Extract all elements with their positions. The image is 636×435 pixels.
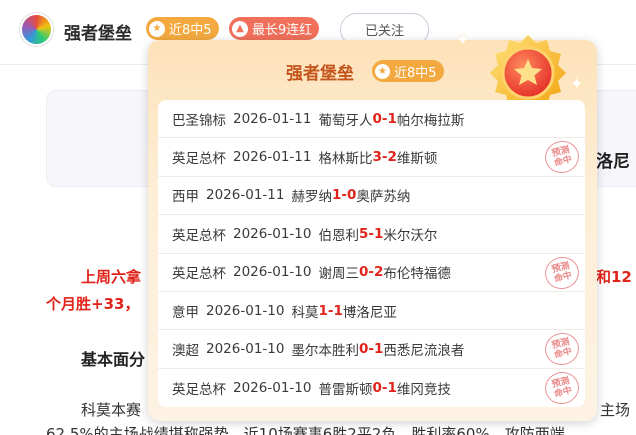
match-home-team: 葡萄牙人: [318, 112, 373, 129]
match-league: 澳超: [172, 343, 199, 360]
match-away-score: 2: [387, 149, 397, 166]
match-date: 2026-01-11: [206, 187, 285, 204]
match-home-score: 3: [372, 149, 382, 166]
stamp-line2: 命中: [553, 155, 574, 170]
match-away-team: 米尔沃尔: [383, 227, 438, 244]
match-home-score: 0: [358, 341, 369, 358]
match-home-score: 1: [318, 302, 328, 319]
avatar[interactable]: [20, 13, 53, 46]
match-away-team: 西悉尼流浪者: [383, 343, 465, 360]
match-away-team: 布伦特福德: [383, 266, 451, 283]
match-home-team: 谢周三: [318, 266, 359, 283]
streak-badge[interactable]: ★ 近8中5: [146, 17, 219, 40]
match-home-team: 普雷斯顿: [318, 381, 373, 398]
match-away-team: 维斯顿: [396, 151, 438, 168]
record-popup: 强者堡垒 ★ 近8中5 ✦ ✦ 巴圣锦标 2026-01-11 葡萄牙人 0 - 1帕…: [148, 30, 597, 421]
match-row[interactable]: 西甲 2026-01-11 赫罗纳 1 - 0 奥萨苏纳: [158, 177, 585, 216]
max-streak-badge-label: 最长9连红: [252, 23, 313, 38]
max-streak-badge[interactable]: ▲ 最长9连红: [229, 17, 320, 40]
match-away-score: 1: [333, 302, 343, 319]
paragraph-line2: 62.5%的主场战绩堪称强势，近10场赛事6胜2平2负，胜利率60%，攻防两端: [46, 425, 565, 435]
highlight-text-start: 上周六拿: [81, 268, 142, 286]
match-away-score: 1: [373, 225, 384, 242]
match-away-team: 博洛尼亚: [342, 304, 397, 321]
match-home-score: 1: [331, 187, 342, 204]
match-home-team: 格林斯比: [318, 151, 373, 168]
prediction-hit-stamp: 预测 命中: [541, 368, 583, 407]
match-home-score: 0: [372, 110, 382, 127]
star-icon: ★: [375, 63, 390, 79]
match-date: 2026-01-10: [233, 225, 312, 242]
match-home-team: 伯恩利: [318, 227, 359, 244]
match-home-score: 0: [358, 264, 369, 281]
prediction-hit-stamp: 预测 命中: [541, 329, 583, 369]
flame-icon: ▲: [232, 20, 248, 37]
stamp-line2: 命中: [553, 347, 574, 362]
star-icon: ★: [149, 20, 165, 37]
highlight-text-line2: 个月胜+33，: [46, 295, 140, 313]
match-league: 英足总杯: [172, 381, 226, 398]
match-home-score: 5: [358, 225, 369, 242]
match-away-score: 1: [387, 379, 397, 396]
popup-title: 强者堡垒: [286, 64, 354, 84]
match-row[interactable]: 英足总杯 2026-01-10 普雷斯顿 0 - 1 维冈竞技 预测 命中: [158, 368, 585, 407]
popup-streak-badge-label: 近8中5: [394, 65, 437, 81]
match-date: 2026-01-10: [233, 379, 312, 396]
paragraph-start: 科莫本赛: [81, 401, 142, 419]
sparkle-icon: ✦: [456, 30, 470, 49]
match-date: 2026-01-10: [206, 302, 285, 319]
match-league: 英足总杯: [172, 151, 226, 168]
match-away-team: 维冈竞技: [396, 381, 451, 398]
match-league: 巴圣锦标: [172, 112, 226, 129]
match-away-team: 奥萨苏纳: [356, 189, 411, 206]
match-row[interactable]: 英足总杯 2026-01-10 伯恩利 5 - 1 米尔沃尔: [158, 215, 585, 254]
highlight-text-end: 和12: [596, 268, 632, 286]
match-league: 英足总杯: [172, 266, 226, 283]
paragraph-end: 主场: [600, 401, 631, 419]
prediction-hit-stamp: 预测 命中: [541, 252, 583, 293]
match-home-team: 赫罗纳: [291, 189, 332, 206]
match-row[interactable]: 英足总杯 2026-01-11 格林斯比 3 - 2 维斯顿 预测 命中: [158, 137, 585, 178]
streak-badge-label: 近8中5: [169, 23, 212, 38]
match-away-score: 1: [387, 110, 397, 127]
match-date: 2026-01-11: [233, 149, 312, 166]
match-date: 2026-01-10: [206, 341, 285, 358]
match-league: 意甲: [172, 304, 199, 321]
match-row[interactable]: 英足总杯 2026-01-10 谢周三 0 - 2 布伦特福德 预测 命中: [158, 252, 585, 293]
match-league: 英足总杯: [172, 227, 226, 244]
match-away-team: 帕尔梅拉斯: [396, 112, 465, 129]
prediction-hit-stamp: 预测 命中: [541, 137, 583, 178]
match-away-score: 1: [373, 341, 384, 358]
match-league: 西甲: [172, 189, 199, 206]
match-row[interactable]: 巴圣锦标 2026-01-11 葡萄牙人 0 - 1 帕尔梅拉斯: [158, 100, 585, 139]
section-heading: 基本面分: [81, 350, 146, 369]
match-home-team: 墨尔本胜利: [291, 343, 359, 360]
match-date: 2026-01-10: [233, 264, 312, 281]
match-home-team: 科莫: [291, 304, 319, 321]
match-away-score: 0: [346, 187, 357, 204]
match-home-score: 0: [372, 379, 382, 396]
match-date: 2026-01-11: [233, 110, 312, 127]
match-away-score: 2: [373, 264, 384, 281]
sparkle-icon: ✦: [570, 74, 584, 93]
match-title-fragment: 洛尼: [596, 152, 630, 172]
username[interactable]: 强者堡垒: [64, 19, 132, 44]
popup-streak-badge: ★ 近8中5: [372, 60, 444, 82]
match-history-list: 巴圣锦标 2026-01-11 葡萄牙人 0 - 1 帕尔梅拉斯 英足总杯 2026-01-…: [158, 100, 585, 407]
match-row[interactable]: 澳超 2026-01-10 墨尔本胜利 0 - 1 西悉尼流浪者 预测 命中: [158, 329, 585, 369]
match-row[interactable]: 意甲 2026-01-10 科莫 1 - 1 博洛尼亚: [158, 292, 585, 331]
